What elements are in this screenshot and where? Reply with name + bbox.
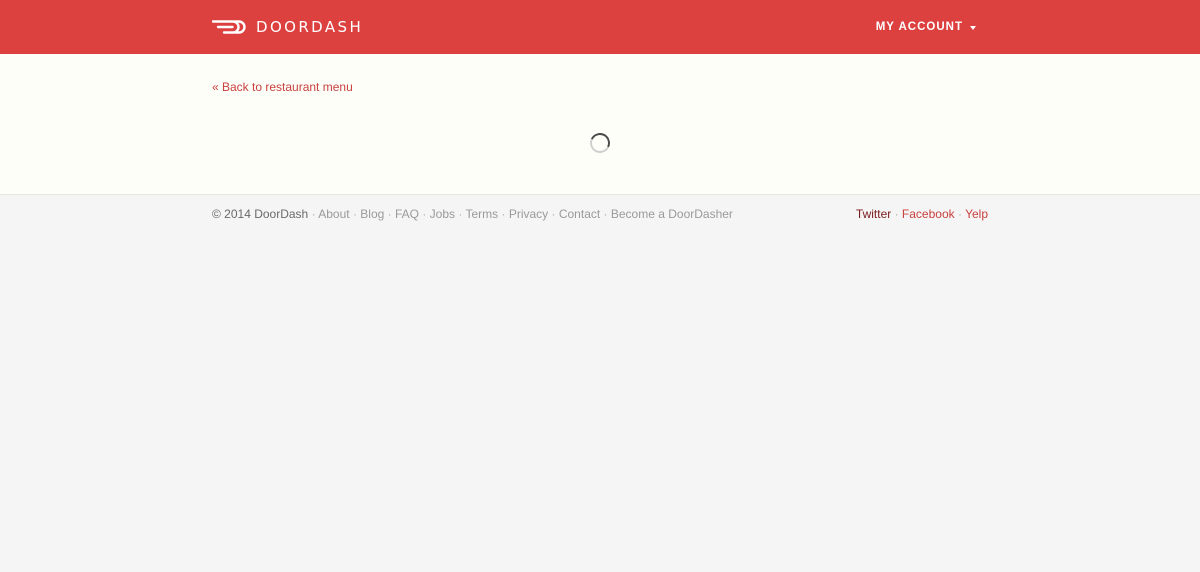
top-nav-bar: DOORDASH MY ACCOUNT bbox=[0, 0, 1200, 54]
footer-link-become-dasher[interactable]: Become a DoorDasher bbox=[611, 207, 733, 221]
footer-separator: · bbox=[548, 207, 559, 221]
footer-separator: · bbox=[600, 207, 611, 221]
doordash-logo-icon bbox=[212, 20, 246, 34]
footer-link-blog[interactable]: Blog bbox=[360, 207, 384, 221]
footer-separator: · bbox=[384, 207, 395, 221]
footer-separator: · bbox=[455, 207, 466, 221]
social-link-facebook[interactable]: Facebook bbox=[902, 207, 955, 221]
brand-wordmark: DOORDASH bbox=[256, 18, 364, 36]
footer-link-about[interactable]: About bbox=[318, 207, 349, 221]
main-content: « Back to restaurant menu bbox=[0, 54, 1200, 195]
footer-separator: · bbox=[891, 207, 902, 221]
footer-separator: · bbox=[419, 207, 430, 221]
doordash-logo[interactable]: DOORDASH bbox=[212, 17, 363, 37]
loading-spinner-icon bbox=[587, 130, 613, 156]
footer-separator: · bbox=[308, 207, 319, 221]
footer-separator: · bbox=[349, 207, 361, 221]
footer-link-contact[interactable]: Contact bbox=[559, 207, 600, 221]
back-to-menu-link[interactable]: « Back to restaurant menu bbox=[212, 80, 353, 94]
my-account-menu[interactable]: MY ACCOUNT bbox=[876, 20, 976, 35]
footer-link-faq[interactable]: FAQ bbox=[395, 207, 419, 221]
copyright-text: © 2014 DoorDash bbox=[212, 207, 309, 221]
social-link-twitter[interactable]: Twitter bbox=[856, 207, 891, 221]
social-link-yelp[interactable]: Yelp bbox=[965, 207, 988, 221]
footer-social-links: Twitter · Facebook · Yelp bbox=[856, 207, 988, 221]
my-account-label: MY ACCOUNT bbox=[875, 21, 963, 33]
footer-link-jobs[interactable]: Jobs bbox=[430, 207, 455, 221]
footer-separator: · bbox=[954, 207, 966, 221]
footer-links: © 2014 DoorDash · About · Blog · FAQ · J… bbox=[212, 207, 733, 221]
footer-link-privacy[interactable]: Privacy bbox=[509, 207, 548, 221]
footer-separator: · bbox=[498, 207, 509, 221]
footer-link-terms[interactable]: Terms bbox=[465, 207, 498, 221]
caret-down-icon bbox=[970, 25, 976, 30]
